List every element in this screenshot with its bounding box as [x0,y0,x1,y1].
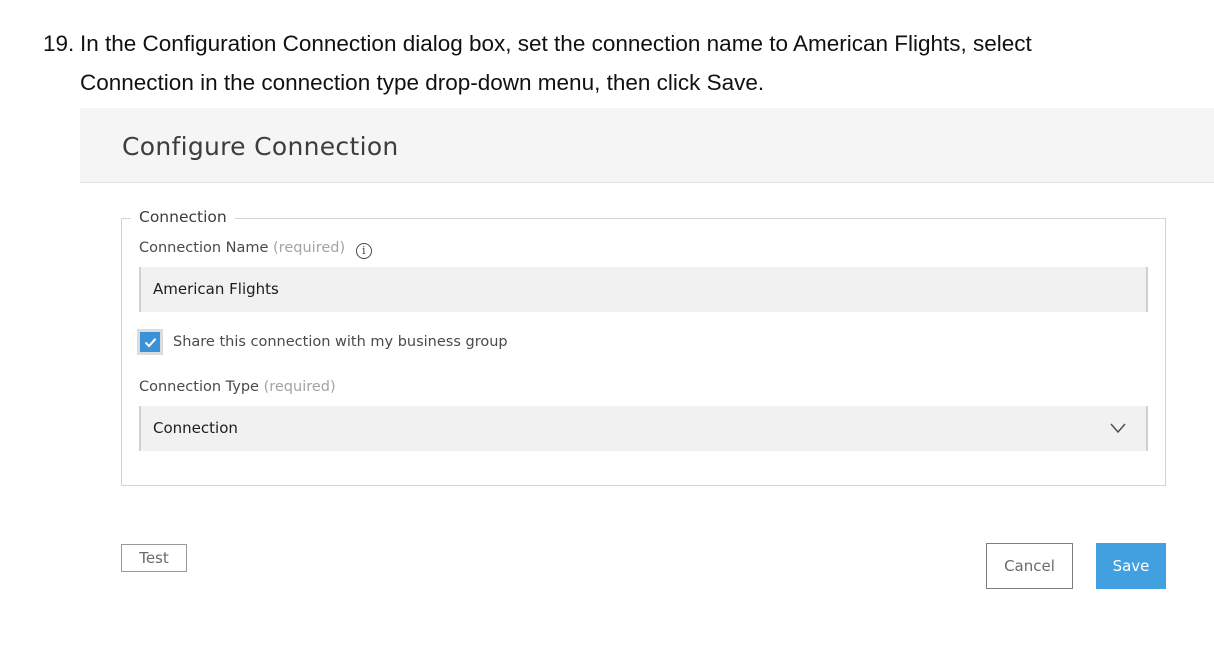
connection-name-required-hint: (required) [273,240,346,256]
connection-name-label: Connection Name (required) i [139,240,372,259]
instruction-line-1-text: In the Configuration Connection dialog b… [80,31,1032,56]
chevron-down-icon [1110,423,1126,434]
save-button[interactable]: Save [1096,543,1166,589]
connection-type-label-text: Connection Type [139,379,259,395]
connection-type-required-hint: (required) [263,379,336,395]
page: 19. In the Configuration Connection dialo… [0,0,1214,667]
connection-name-input[interactable]: American Flights [139,267,1148,312]
step-number: 19. [43,31,75,56]
checkbox-checked-indicator [140,332,160,352]
fieldset-legend: Connection [131,208,235,226]
test-button[interactable]: Test [121,544,187,572]
share-connection-checkbox[interactable] [137,329,163,355]
info-icon[interactable]: i [355,243,372,259]
share-connection-row[interactable]: Share this connection with my business g… [137,327,508,357]
instruction-text: 19. In the Configuration Connection dialo… [43,24,1183,102]
connection-type-selected-value: Connection [153,419,238,437]
dialog-title: Configure Connection [122,132,399,161]
cancel-button[interactable]: Cancel [986,543,1073,589]
instruction-line-1: 19. In the Configuration Connection dialo… [43,24,1183,63]
checkmark-icon [144,337,156,347]
connection-fieldset: Connection Connection Name (required) i … [121,208,1166,486]
share-connection-label: Share this connection with my business g… [173,334,508,350]
connection-type-select[interactable]: Connection [139,406,1148,451]
connection-name-label-text: Connection Name [139,240,269,256]
instruction-line-2: Connection in the connection type drop-d… [80,70,765,95]
connection-type-label: Connection Type (required) [139,379,336,395]
dialog-header: Configure Connection [80,108,1214,183]
